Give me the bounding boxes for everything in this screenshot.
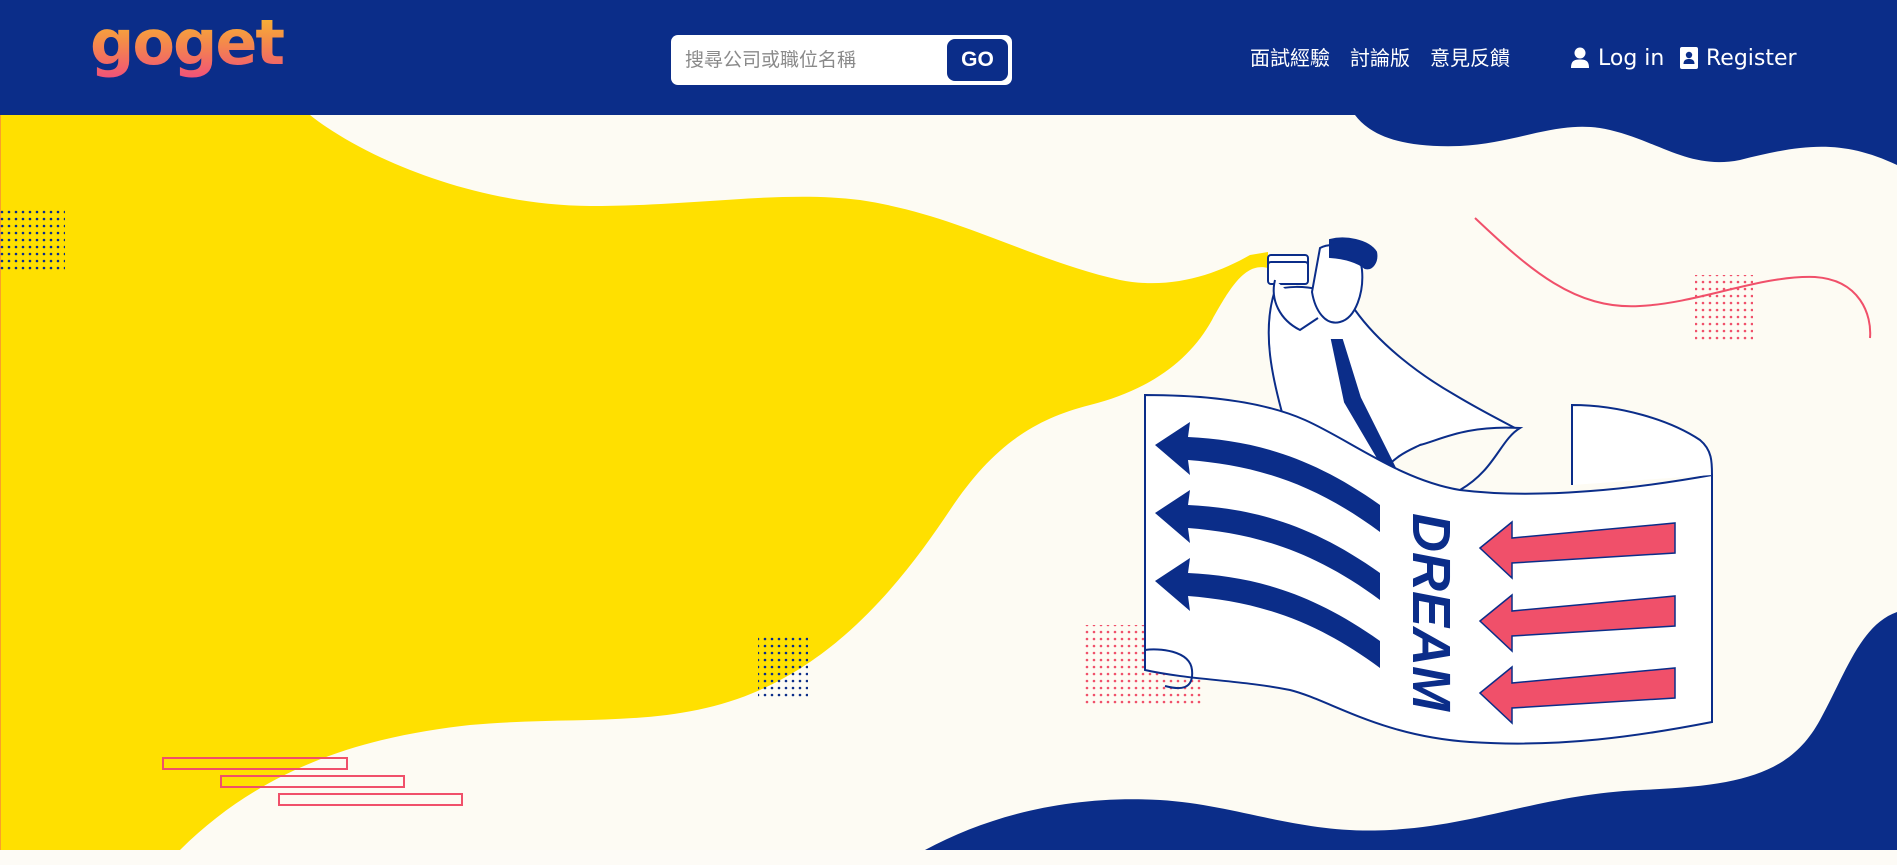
coral-arrows (1478, 520, 1676, 725)
nav-discussion-board[interactable]: 討論版 (1350, 44, 1410, 72)
nav-interview-experience[interactable]: 面試經驗 (1250, 44, 1330, 72)
nav-feedback[interactable]: 意見反饋 (1430, 44, 1510, 72)
user-icon (1571, 47, 1589, 68)
contact-card-icon (1680, 47, 1698, 69)
search-box: GO (671, 35, 1012, 85)
login-label: Log in (1598, 45, 1665, 71)
search-go-button[interactable]: GO (947, 39, 1008, 81)
dot-cluster-center (758, 635, 808, 700)
register-label: Register (1706, 45, 1797, 71)
goget-logo[interactable]: goget (88, 18, 328, 94)
login-link[interactable]: Log in (1570, 43, 1664, 73)
dot-cluster-left (0, 208, 65, 273)
dream-text: DREAM (1401, 513, 1461, 712)
register-link[interactable]: Register (1680, 43, 1797, 73)
main-nav: 面試經驗 討論版 意見反饋 (1250, 44, 1510, 72)
hero-bottom-edge (0, 850, 1897, 865)
logo-text: goget (90, 18, 284, 79)
top-navbar: goget GO 面試經驗 討論版 意見反饋 Log in Register (0, 0, 1897, 115)
hero-illustration: DREAM (0, 115, 1897, 850)
search-input[interactable] (685, 43, 915, 77)
dot-cluster-right (1695, 275, 1753, 340)
